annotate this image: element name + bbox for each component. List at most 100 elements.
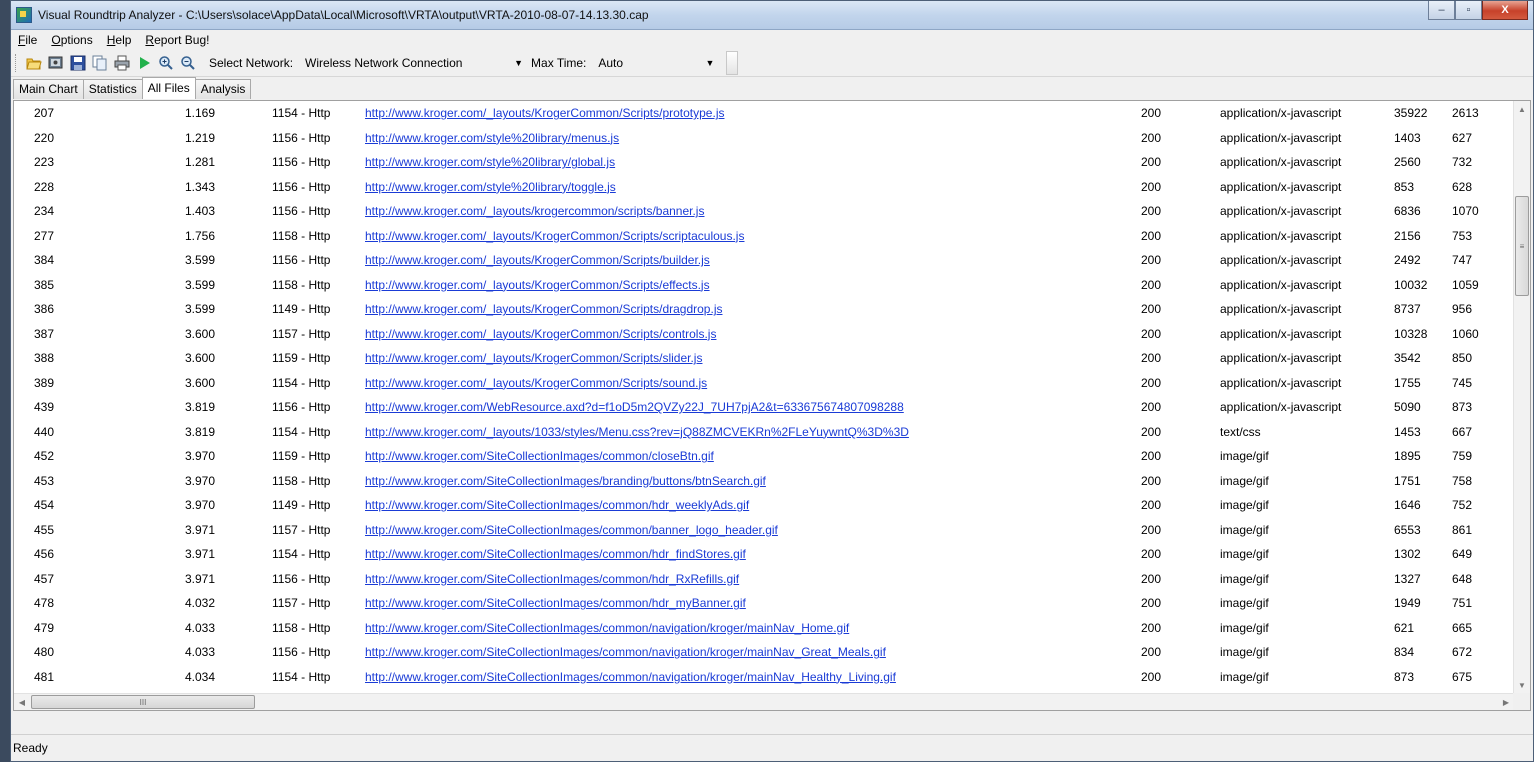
network-value: Wireless Network Connection <box>305 56 463 70</box>
scroll-down-icon[interactable]: ▼ <box>1514 677 1530 694</box>
url-link[interactable]: http://www.kroger.com/_layouts/KrogerCom… <box>365 101 1141 126</box>
url-link[interactable]: http://www.kroger.com/SiteCollectionImag… <box>365 469 1141 494</box>
toolbar: Select Network: Wireless Network Connect… <box>11 50 1533 77</box>
url-link[interactable]: http://www.kroger.com/_layouts/KrogerCom… <box>365 346 1141 371</box>
table-row[interactable]: 234 1.403 1156 - Http http://www.kroger.com… <box>14 199 1514 224</box>
horizontal-scroll-thumb[interactable]: III <box>31 695 255 709</box>
bytes-cell: 1895 <box>1394 449 1421 464</box>
table-row[interactable]: 389 3.600 1154 - Http http://www.kroger.com… <box>14 371 1514 396</box>
save-icon[interactable] <box>70 55 86 71</box>
horizontal-scrollbar[interactable]: ◀ III ▶ <box>14 693 1514 710</box>
minimize-button[interactable]: – <box>1428 1 1455 20</box>
response-size-cell: 1060 <box>1452 326 1479 341</box>
url-link[interactable]: http://www.kroger.com/_layouts/krogercom… <box>365 199 1141 224</box>
url-link[interactable]: http://www.kroger.com/_layouts/KrogerCom… <box>365 297 1141 322</box>
row-id-cell: 389 <box>34 375 55 390</box>
url-link[interactable]: http://www.kroger.com/SiteCollectionImag… <box>365 616 1141 641</box>
table-row[interactable]: 452 3.970 1159 - Http http://www.kroger.com… <box>14 444 1514 469</box>
url-link[interactable]: http://www.kroger.com/SiteCollectionImag… <box>365 591 1141 616</box>
zoom-in-icon[interactable] <box>158 55 174 71</box>
table-row[interactable]: 385 3.599 1158 - Http http://www.kroger.com… <box>14 273 1514 298</box>
url-link[interactable]: http://www.kroger.com/SiteCollectionImag… <box>365 640 1141 665</box>
table-row[interactable]: 207 1.169 1154 - Http http://www.kroger.com… <box>14 101 1514 126</box>
response-size-cell: 675 <box>1452 669 1473 684</box>
content-type-cell: application/x-javascript <box>1220 253 1342 268</box>
table-row[interactable]: 440 3.819 1154 - Http http://www.kroger.com… <box>14 420 1514 445</box>
network-dropdown[interactable]: Wireless Network Connection ▼ <box>301 56 531 70</box>
tab-statistics[interactable]: Statistics <box>82 79 143 99</box>
maximize-button[interactable]: ▫ <box>1455 1 1482 20</box>
table-row[interactable]: 454 3.970 1149 - Http http://www.kroger.com… <box>14 493 1514 518</box>
connection-cell: 1156 - Http <box>272 645 331 660</box>
table-row[interactable]: 386 3.599 1149 - Http http://www.kroger.com… <box>14 297 1514 322</box>
vertical-scroll-thumb[interactable]: ≡ <box>1515 196 1529 296</box>
status-code-cell: 200 <box>1141 351 1162 366</box>
table-row[interactable]: 480 4.033 1156 - Http http://www.kroger.com… <box>14 640 1514 665</box>
vertical-scrollbar[interactable]: ▲ ≡ ▼ <box>1513 101 1530 694</box>
title-bar[interactable]: Visual Roundtrip Analyzer - C:\Users\sol… <box>11 1 1533 30</box>
tab-analysis[interactable]: Analysis <box>194 79 252 99</box>
url-link[interactable]: http://www.kroger.com/_layouts/1033/styl… <box>365 420 1141 445</box>
window-title: Visual Roundtrip Analyzer - C:\Users\sol… <box>38 8 649 22</box>
copy-icon[interactable] <box>92 55 108 71</box>
status-code-cell: 200 <box>1141 645 1162 660</box>
scroll-right-icon[interactable]: ▶ <box>1498 694 1514 710</box>
table-row[interactable]: 223 1.281 1156 - Http http://www.kroger.com… <box>14 150 1514 175</box>
open-folder-icon[interactable] <box>26 55 42 71</box>
menu-help[interactable]: Help <box>100 33 139 47</box>
table-row[interactable]: 455 3.971 1157 - Http http://www.kroger.com… <box>14 518 1514 543</box>
table-row[interactable]: 388 3.600 1159 - Http http://www.kroger.com… <box>14 346 1514 371</box>
url-link[interactable]: http://www.kroger.com/WebResource.axd?d=… <box>365 395 1141 420</box>
menu-report-bug[interactable]: Report Bug! <box>138 33 216 47</box>
scroll-left-icon[interactable]: ◀ <box>14 694 30 710</box>
table-row[interactable]: 228 1.343 1156 - Http http://www.kroger.com… <box>14 175 1514 200</box>
toolbar-grip[interactable] <box>15 54 19 72</box>
print-icon[interactable] <box>114 55 130 71</box>
table-row[interactable]: 384 3.599 1156 - Http http://www.kroger.com… <box>14 248 1514 273</box>
menu-options[interactable]: Options <box>44 33 99 47</box>
table-row[interactable]: 387 3.600 1157 - Http http://www.kroger.com… <box>14 322 1514 347</box>
menu-file[interactable]: File <box>11 33 44 47</box>
table-row[interactable]: 478 4.032 1157 - Http http://www.kroger.com… <box>14 591 1514 616</box>
status-code-cell: 200 <box>1141 424 1162 439</box>
bytes-cell: 1755 <box>1394 375 1421 390</box>
url-link[interactable]: http://www.kroger.com/SiteCollectionImag… <box>365 444 1141 469</box>
capture-icon[interactable] <box>48 55 64 71</box>
url-link[interactable]: http://www.kroger.com/_layouts/KrogerCom… <box>365 248 1141 273</box>
close-button[interactable]: X <box>1482 1 1528 20</box>
table-row[interactable]: 277 1.756 1158 - Http http://www.kroger.com… <box>14 224 1514 249</box>
table-row[interactable]: 481 4.034 1154 - Http http://www.kroger.com… <box>14 665 1514 690</box>
table-row[interactable]: 479 4.033 1158 - Http http://www.kroger.com… <box>14 616 1514 641</box>
url-link[interactable]: http://www.kroger.com/_layouts/KrogerCom… <box>365 371 1141 396</box>
max-time-value: Auto <box>598 56 624 70</box>
bytes-cell: 1949 <box>1394 596 1421 611</box>
play-icon[interactable] <box>136 55 152 71</box>
table-row[interactable]: 456 3.971 1154 - Http http://www.kroger.com… <box>14 542 1514 567</box>
url-link[interactable]: http://www.kroger.com/_layouts/KrogerCom… <box>365 322 1141 347</box>
url-link[interactable]: http://www.kroger.com/SiteCollectionImag… <box>365 493 1141 518</box>
max-time-dropdown[interactable]: Auto ▼ <box>594 56 718 70</box>
table-row[interactable]: 457 3.971 1156 - Http http://www.kroger.com… <box>14 567 1514 592</box>
url-link[interactable]: http://www.kroger.com/_layouts/KrogerCom… <box>365 224 1141 249</box>
scroll-up-icon[interactable]: ▲ <box>1514 101 1530 118</box>
url-link[interactable]: http://www.kroger.com/_layouts/KrogerCom… <box>365 273 1141 298</box>
url-link[interactable]: http://www.kroger.com/SiteCollectionImag… <box>365 518 1141 543</box>
table-row[interactable]: 220 1.219 1156 - Http http://www.kroger.com… <box>14 126 1514 151</box>
tab-all-files[interactable]: All Files <box>141 77 196 99</box>
tab-main-chart[interactable]: Main Chart <box>13 79 84 99</box>
row-id-cell: 456 <box>34 547 55 562</box>
app-logo-icon <box>16 7 32 23</box>
zoom-out-icon[interactable] <box>180 55 196 71</box>
url-link[interactable]: http://www.kroger.com/SiteCollectionImag… <box>365 542 1141 567</box>
toolbar-overflow[interactable] <box>726 51 739 75</box>
response-size-cell: 648 <box>1452 571 1473 586</box>
url-link[interactable]: http://www.kroger.com/style%20library/gl… <box>365 150 1141 175</box>
status-code-cell: 200 <box>1141 302 1162 317</box>
url-link[interactable]: http://www.kroger.com/SiteCollectionImag… <box>365 567 1141 592</box>
url-link[interactable]: http://www.kroger.com/style%20library/me… <box>365 126 1141 151</box>
table-row[interactable]: 439 3.819 1156 - Http http://www.kroger.com… <box>14 395 1514 420</box>
table-row[interactable]: 453 3.970 1158 - Http http://www.kroger.com… <box>14 469 1514 494</box>
url-link[interactable]: http://www.kroger.com/SiteCollectionImag… <box>365 665 1141 690</box>
connection-cell: 1156 - Http <box>272 400 331 415</box>
url-link[interactable]: http://www.kroger.com/style%20library/to… <box>365 175 1141 200</box>
